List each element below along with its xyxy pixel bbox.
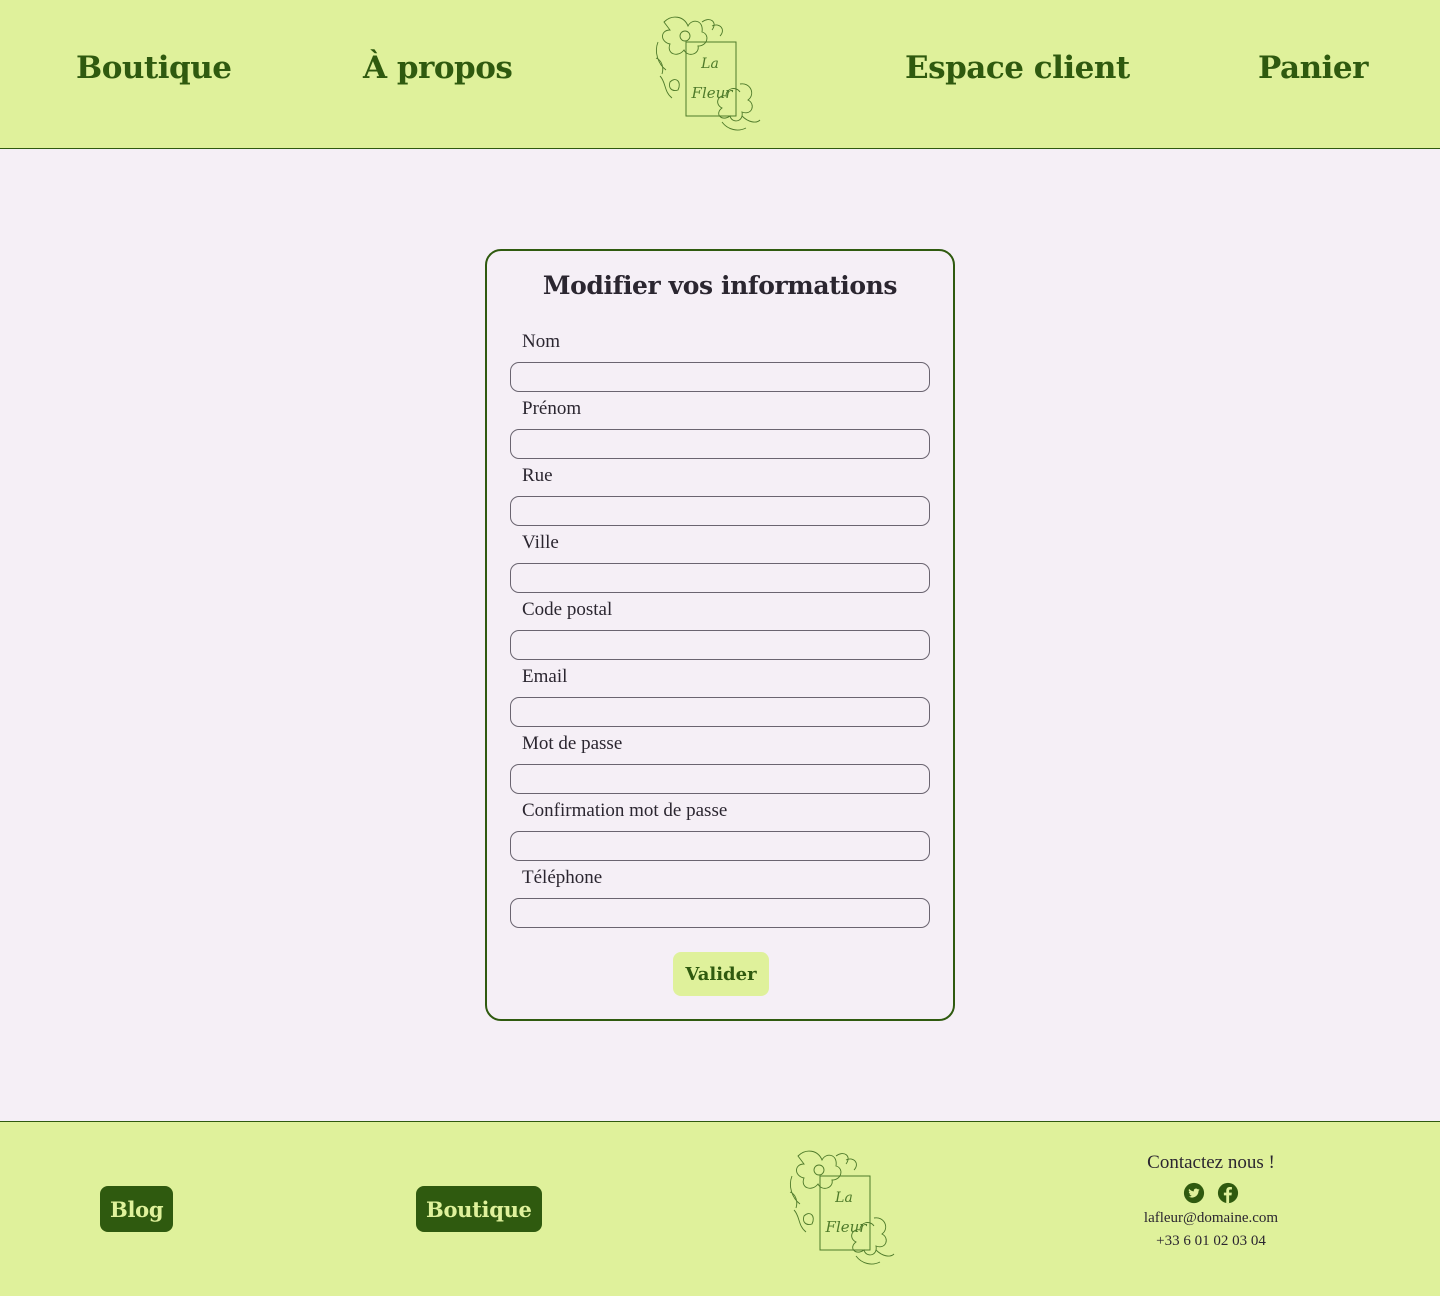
street-input[interactable] [510, 496, 930, 526]
last-name-input[interactable] [510, 362, 930, 392]
password-label: Mot de passe [522, 733, 623, 754]
form-title: Modifier vos informations [542, 271, 898, 300]
contact-email[interactable]: lafleur@domaine.com [1100, 1210, 1322, 1227]
logo-la-text: La [700, 56, 719, 72]
email-label: Email [522, 666, 568, 687]
footer-la-fleur-logo[interactable]: La Fleur [786, 1146, 896, 1271]
phone-input[interactable] [510, 898, 930, 928]
la-fleur-logo[interactable]: La Fleur [652, 12, 762, 137]
social-links [1100, 1182, 1322, 1204]
postal-code-label: Code postal [522, 599, 613, 620]
password-confirm-input[interactable] [510, 831, 930, 861]
site-header: Boutique À propos La Fleur Espace client… [0, 0, 1440, 149]
last-name-label: Nom [522, 331, 560, 352]
twitter-icon[interactable] [1183, 1182, 1205, 1204]
phone-label: Téléphone [522, 867, 603, 888]
contact-phone: +33 6 01 02 03 04 [1156, 1233, 1266, 1249]
password-input[interactable] [510, 764, 930, 794]
nav-account-link[interactable]: Espace client [905, 50, 1130, 86]
contact-block: Contactez nous ! lafleur@domaine.com +33… [1100, 1152, 1322, 1250]
contact-title: Contactez nous ! [1147, 1152, 1275, 1173]
city-label: Ville [522, 532, 559, 553]
password-confirm-label: Confirmation mot de passe [522, 800, 728, 821]
site-footer: Blog Boutique La Fleur Contactez nous ! [0, 1121, 1440, 1296]
postal-code-input[interactable] [510, 630, 930, 660]
footer-logo-la-text: La [834, 1190, 853, 1206]
email-input[interactable] [510, 697, 930, 727]
submit-button[interactable]: Valider [673, 952, 769, 996]
nav-shop-link[interactable]: Boutique [76, 50, 232, 86]
footer-blog-button[interactable]: Blog [100, 1186, 174, 1232]
first-name-label: Prénom [522, 398, 582, 419]
nav-cart-link[interactable]: Panier [1258, 50, 1368, 86]
city-input[interactable] [510, 563, 930, 593]
first-name-input[interactable] [510, 429, 930, 459]
facebook-icon[interactable] [1217, 1182, 1239, 1204]
footer-shop-button[interactable]: Boutique [416, 1186, 542, 1232]
nav-about-link[interactable]: À propos [363, 50, 513, 86]
street-label: Rue [522, 465, 553, 486]
edit-info-form: Modifier vos informations Nom Prénom Rue… [485, 249, 955, 1021]
footer-logo-fleur-text: Fleur [825, 1218, 868, 1236]
logo-fleur-text: Fleur [691, 84, 734, 102]
